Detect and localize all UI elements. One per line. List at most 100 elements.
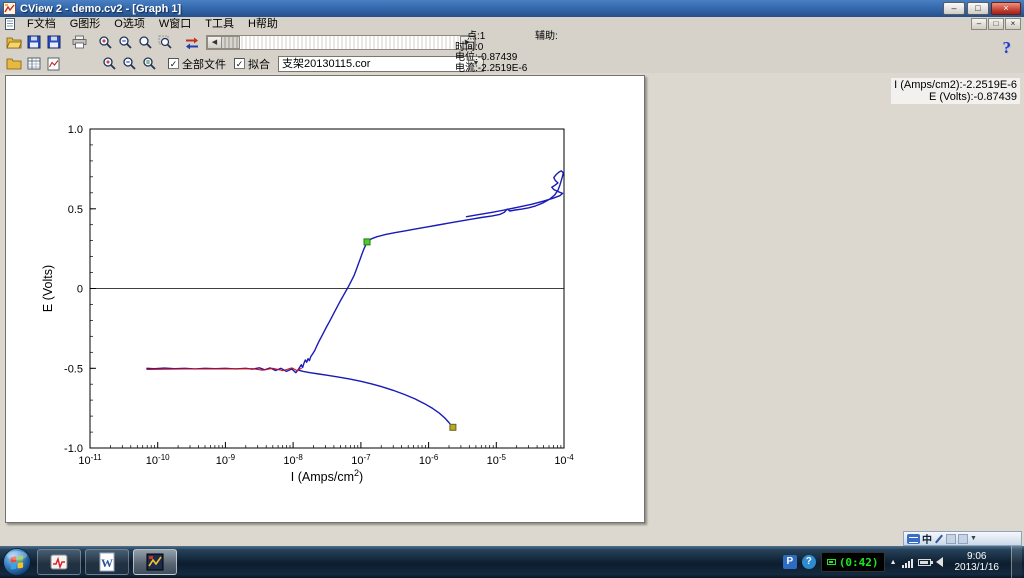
- system-tray: P ? (0:42) ▲ 9:06 2013/1/16: [782, 546, 1024, 578]
- recording-timer[interactable]: (0:42): [820, 552, 885, 572]
- magnifier-icon: [139, 35, 152, 49]
- zoom-out-button[interactable]: [116, 33, 135, 51]
- desktop: CView 2 - demo.cv2 - [Graph 1] – □ × F文档…: [0, 0, 1024, 578]
- close-button[interactable]: ×: [991, 2, 1021, 15]
- status-point: 点:1: [467, 31, 486, 42]
- table-icon: [27, 57, 40, 70]
- slider-thumb[interactable]: [222, 35, 240, 49]
- graph-doc-button[interactable]: [44, 55, 63, 73]
- ime-option-icon[interactable]: [946, 533, 956, 544]
- recorder-app-icon: [50, 554, 68, 570]
- print-button[interactable]: [70, 33, 89, 51]
- volume-icon[interactable]: [935, 557, 943, 567]
- open-data-button[interactable]: [4, 55, 23, 73]
- menu-item-help[interactable]: H帮助: [241, 17, 285, 31]
- file-combobox-value: 支架20130115.cor: [282, 57, 371, 70]
- open-button[interactable]: [4, 33, 23, 51]
- mdi-close-button[interactable]: ×: [1005, 18, 1021, 30]
- zoom-window-button[interactable]: [136, 33, 155, 51]
- mdi-minimize-button[interactable]: –: [971, 18, 987, 30]
- menu-item-tools[interactable]: T工具: [198, 17, 241, 31]
- folder-icon: [6, 58, 21, 70]
- tray-help-icon[interactable]: ?: [801, 555, 816, 569]
- menu-item-file[interactable]: F文档: [20, 17, 63, 31]
- floppy-icon: [47, 35, 60, 49]
- recording-time: (0:42): [838, 555, 879, 569]
- mdi-restore-button[interactable]: □: [988, 18, 1004, 30]
- svg-text:10-4: 10-4: [554, 453, 574, 467]
- menu-item-graph[interactable]: G图形: [63, 17, 108, 31]
- start-button[interactable]: [2, 547, 32, 577]
- zoom-box-button[interactable]: [156, 33, 175, 51]
- magnifier-plus-icon: [103, 57, 116, 70]
- status-panel: 点:1 辅助: 时间:0 电位:-0.87439 电流:-2.2519E-6: [455, 31, 715, 74]
- app-icon: [3, 2, 16, 15]
- file-combobox[interactable]: 支架20130115.cor ▼: [278, 55, 484, 72]
- magnifier-plus-icon: [99, 35, 112, 49]
- pen-icon[interactable]: [934, 534, 944, 544]
- taskbar-app-recorder[interactable]: [37, 549, 81, 575]
- all-files-checkbox[interactable]: ✓: [168, 58, 179, 69]
- clock-time: 9:06: [967, 551, 987, 562]
- ime-settings-icon[interactable]: [958, 533, 968, 544]
- minimize-button[interactable]: –: [943, 2, 965, 15]
- save-as-button[interactable]: [44, 33, 63, 51]
- zoom-in-button[interactable]: [96, 33, 115, 51]
- language-indicator[interactable]: 中: [922, 531, 932, 546]
- taskbar: W P ? (0:42) ▲ 9:06 2013/1/16: [0, 546, 1024, 578]
- show-hidden-icons-arrow[interactable]: ▲: [890, 559, 897, 566]
- svg-text:10-9: 10-9: [216, 453, 236, 467]
- status-potential: 电位:-0.87439: [455, 52, 518, 63]
- battery-meter-icon: [826, 559, 836, 565]
- graph-doc-icon: [47, 57, 60, 70]
- zoom-in-2-button[interactable]: [100, 55, 119, 73]
- svg-text:I (Amps/cm2): I (Amps/cm2): [291, 468, 363, 484]
- taskbar-app-cview[interactable]: [133, 549, 177, 575]
- swap-curves-button[interactable]: [182, 33, 201, 51]
- chart-canvas[interactable]: 10-11 10-10 10-9 10-8 10-7 10-6 10-5 10-4 -1.0 -0…: [6, 76, 644, 522]
- all-files-label: 全部文件: [182, 58, 226, 71]
- word-app-icon: W: [99, 552, 115, 572]
- svg-text:0: 0: [77, 284, 83, 296]
- cview-app-icon: [146, 553, 164, 571]
- open-folder-icon: [5, 37, 22, 48]
- printer-icon: [72, 35, 87, 49]
- maximize-button[interactable]: □: [967, 2, 989, 15]
- show-desktop-button[interactable]: [1011, 546, 1022, 578]
- keyboard-icon[interactable]: [907, 533, 920, 544]
- menu-item-window[interactable]: W窗口: [152, 17, 198, 31]
- svg-text:-1.0: -1.0: [64, 443, 83, 455]
- taskbar-clock[interactable]: 9:06 2013/1/16: [948, 551, 1007, 573]
- zoom-out-2-button[interactable]: [120, 55, 139, 73]
- fit-label: 拟合: [248, 58, 270, 71]
- svg-text:10-5: 10-5: [487, 453, 507, 467]
- taskbar-app-word[interactable]: W: [85, 549, 129, 575]
- network-icon[interactable]: [901, 557, 913, 568]
- svg-text:W: W: [101, 556, 113, 570]
- magnifier-minus-icon: [119, 35, 132, 49]
- status-aux: 辅助:: [535, 31, 558, 42]
- langbar-options-chevron[interactable]: ▼: [970, 535, 977, 542]
- svg-text:10-10: 10-10: [146, 453, 170, 467]
- point-slider[interactable]: ◀ ▶: [206, 34, 476, 50]
- svg-text:1.0: 1.0: [68, 124, 83, 136]
- zoom-full-button[interactable]: [140, 55, 159, 73]
- data-table-button[interactable]: [24, 55, 43, 73]
- help-icon[interactable]: ?: [1003, 38, 1012, 58]
- menu-item-options[interactable]: O选项: [107, 17, 152, 31]
- tray-program-icon[interactable]: P: [782, 555, 797, 569]
- menu-bar: F文档 G图形 O选项 W窗口 T工具 H帮助 – □ ×: [0, 17, 1024, 31]
- language-bar: 中 ▼: [903, 531, 1022, 546]
- save-button[interactable]: [24, 33, 43, 51]
- document-icon[interactable]: [4, 18, 17, 30]
- fit-checkbox[interactable]: ✓: [234, 58, 245, 69]
- slider-track[interactable]: [240, 36, 460, 49]
- toolbar-top: ◀ ▶: [0, 31, 476, 53]
- mdi-window-controls: – □ ×: [970, 18, 1021, 30]
- slider-left-arrow[interactable]: ◀: [207, 35, 222, 49]
- svg-text:0.5: 0.5: [68, 204, 83, 216]
- clock-date: 2013/1/16: [954, 562, 1000, 573]
- battery-icon[interactable]: [917, 558, 933, 566]
- swap-arrows-icon: [185, 37, 198, 49]
- svg-text:10-6: 10-6: [419, 453, 439, 467]
